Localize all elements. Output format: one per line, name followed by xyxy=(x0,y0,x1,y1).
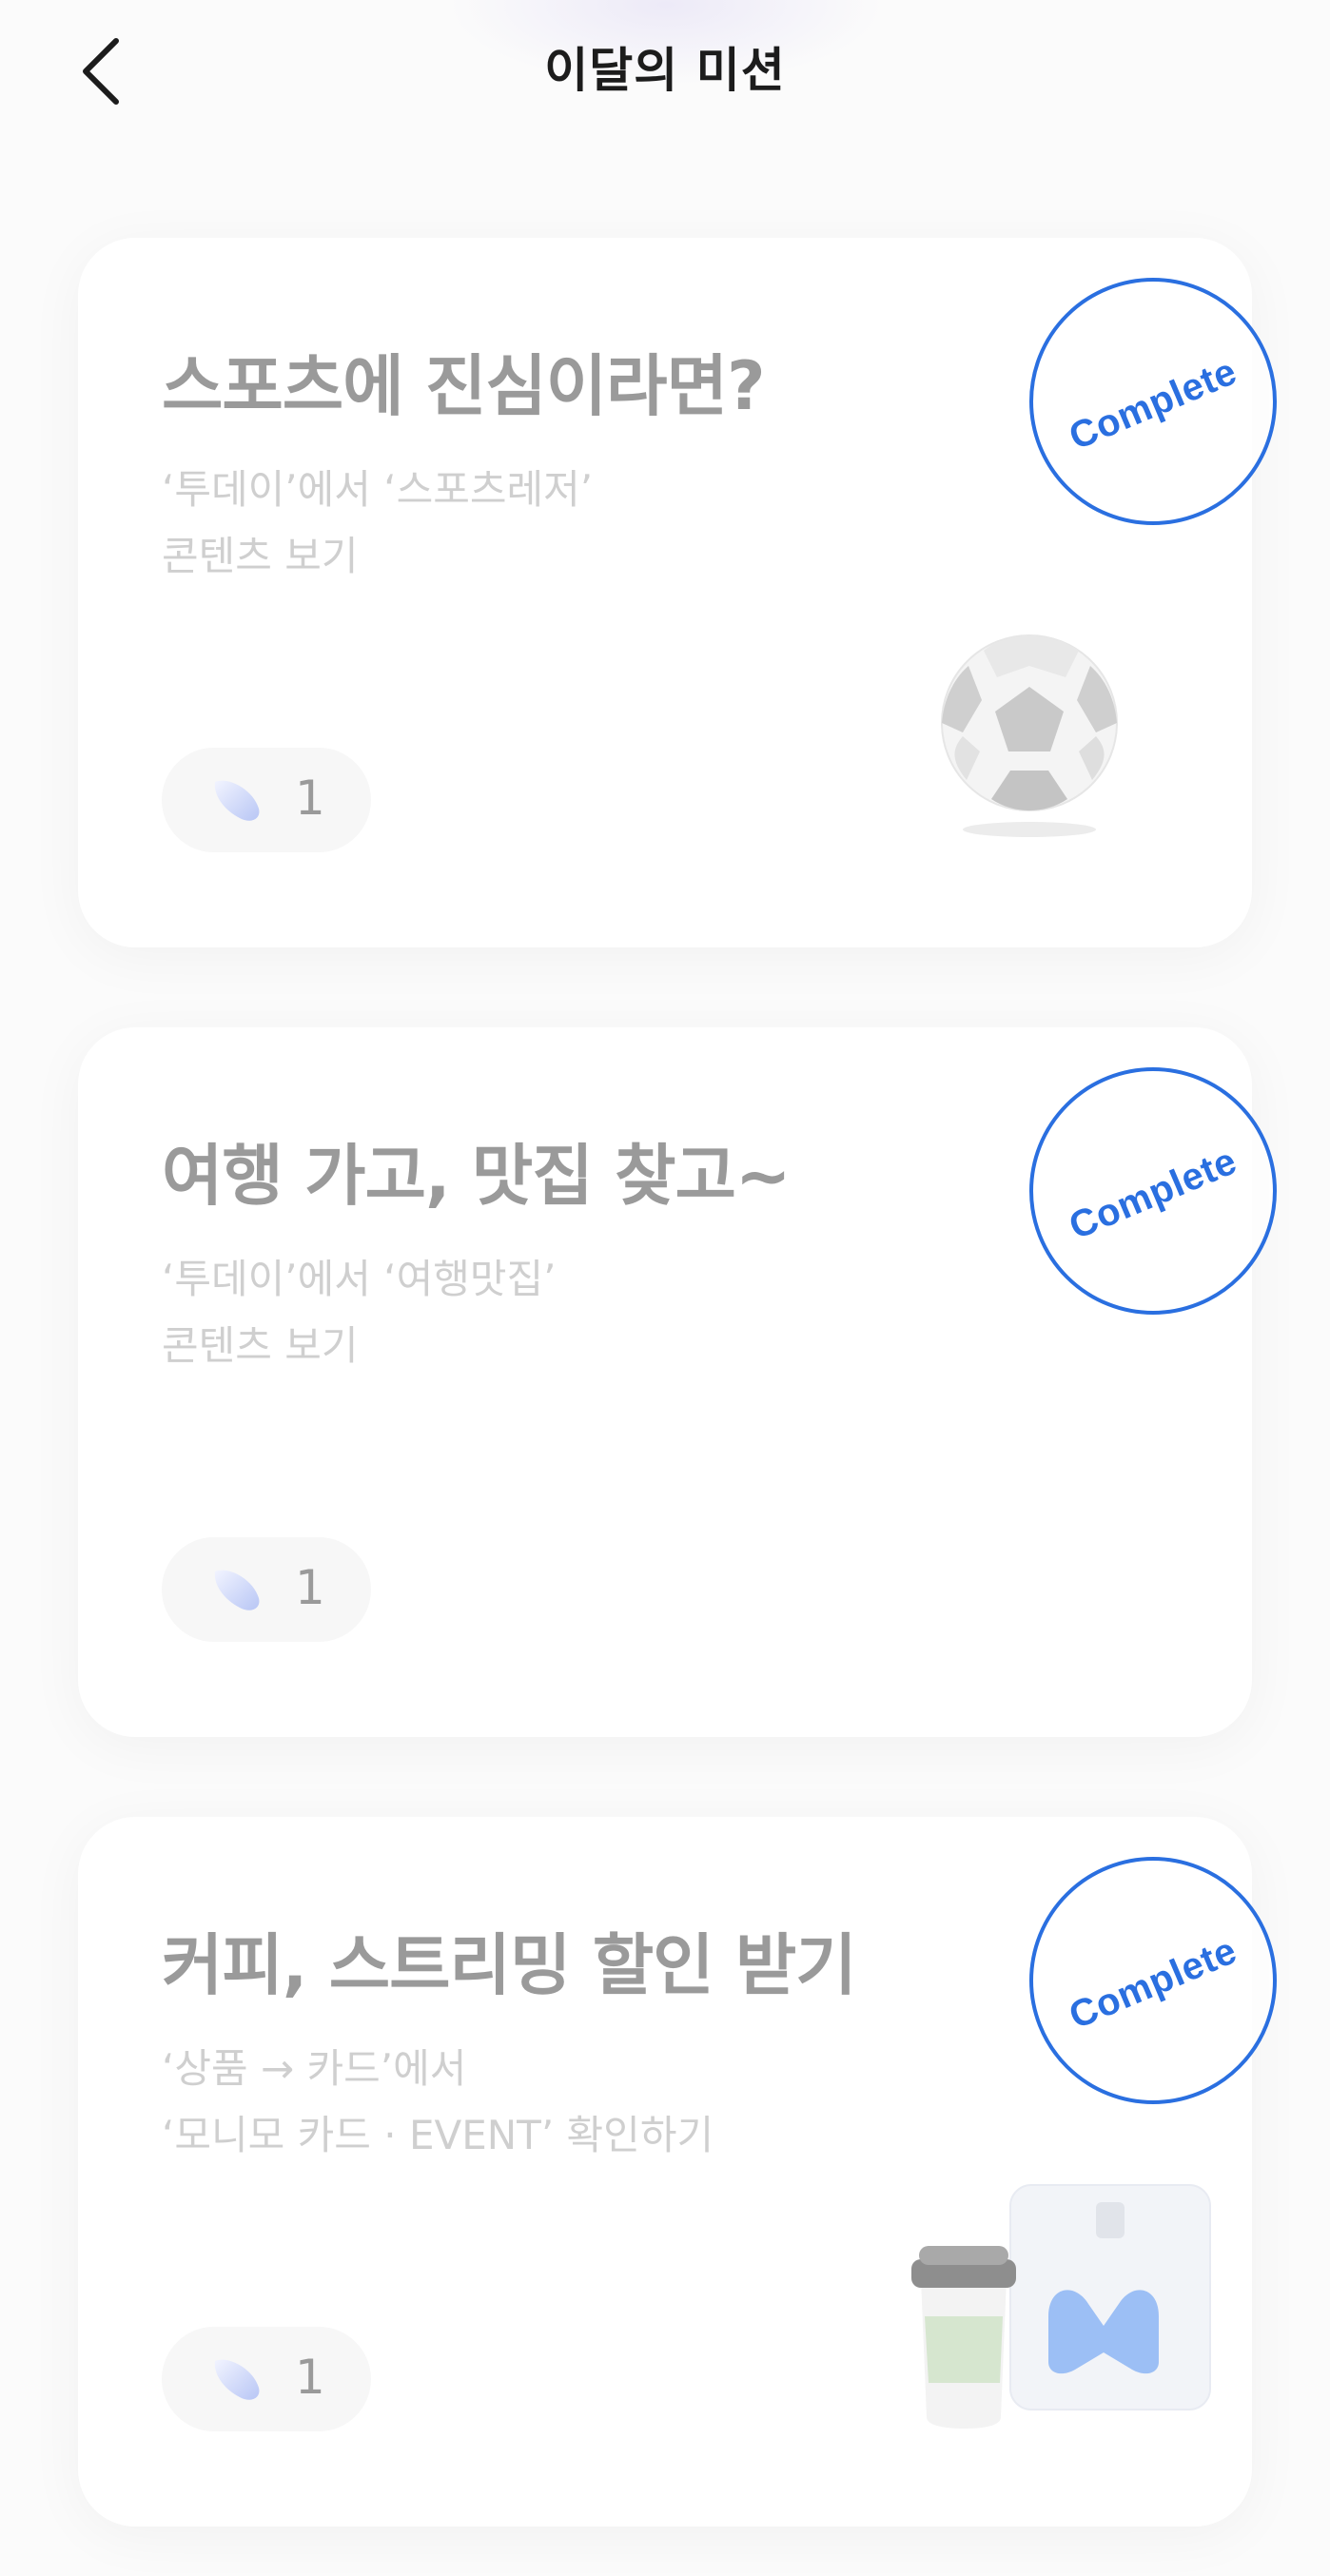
complete-stamp: Complete xyxy=(1029,1857,1277,2104)
mission-description-line: ‘투데이’에서 ‘여행맛집’ xyxy=(162,1256,557,1302)
complete-stamp-label: Complete xyxy=(1063,1139,1243,1248)
mission-description: ‘상품 → 카드’에서 ‘모니모 카드 · EVENT’ 확인하기 xyxy=(162,2036,714,2169)
mission-description-line: 콘텐츠 보기 xyxy=(162,1322,359,1369)
mission-title: 스포츠에 진심이라면? xyxy=(162,347,766,425)
reward-badge: 1 xyxy=(162,1537,371,1642)
reward-count: 1 xyxy=(295,771,325,826)
reward-drop-icon xyxy=(214,780,260,821)
mission-card[interactable]: 커피, 스트리밍 할인 받기 ‘상품 → 카드’에서 ‘모니모 카드 · EVE… xyxy=(78,1817,1277,2527)
reward-count: 1 xyxy=(295,2350,325,2405)
soccer-ball-icon xyxy=(941,634,1118,837)
reward-count: 1 xyxy=(295,1560,325,1615)
reward-drop-icon xyxy=(214,1570,260,1610)
mission-description-line: ‘투데이’에서 ‘스포츠레저’ xyxy=(162,466,594,513)
header: 이달의 미션 xyxy=(0,0,1330,143)
mission-title: 여행 가고, 맛집 찾고~ xyxy=(162,1137,792,1215)
reward-drop-icon xyxy=(214,2359,260,2400)
mission-description-line: ‘모니모 카드 · EVENT’ 확인하기 xyxy=(162,2112,714,2158)
mission-description-line: ‘상품 → 카드’에서 xyxy=(162,2045,467,2092)
mission-description: ‘투데이’에서 ‘스포츠레저’ 콘텐츠 보기 xyxy=(162,457,593,590)
complete-stamp: Complete xyxy=(1029,278,1277,525)
mission-description-line: 콘텐츠 보기 xyxy=(162,533,359,579)
complete-stamp-label: Complete xyxy=(1063,349,1243,459)
mission-description: ‘투데이’에서 ‘여행맛집’ 콘텐츠 보기 xyxy=(162,1246,557,1379)
reward-badge: 1 xyxy=(162,2327,371,2431)
mission-card[interactable]: 여행 가고, 맛집 찾고~ ‘투데이’에서 ‘여행맛집’ 콘텐츠 보기 1 Co… xyxy=(78,1027,1277,1737)
complete-stamp-label: Complete xyxy=(1063,1928,1243,2038)
mission-page: 이달의 미션 스포츠에 진심이라면? ‘투데이’에서 ‘스포츠레저’ 콘텐츠 보… xyxy=(0,0,1330,2576)
mission-card[interactable]: 스포츠에 진심이라면? ‘투데이’에서 ‘스포츠레저’ 콘텐츠 보기 1 Com… xyxy=(78,238,1277,947)
page-title: 이달의 미션 xyxy=(544,43,786,98)
coffee-cup-and-card-icon xyxy=(911,2184,1211,2429)
complete-stamp: Complete xyxy=(1029,1067,1277,1315)
reward-badge: 1 xyxy=(162,748,371,852)
mission-title: 커피, 스트리밍 할인 받기 xyxy=(162,1926,857,2004)
